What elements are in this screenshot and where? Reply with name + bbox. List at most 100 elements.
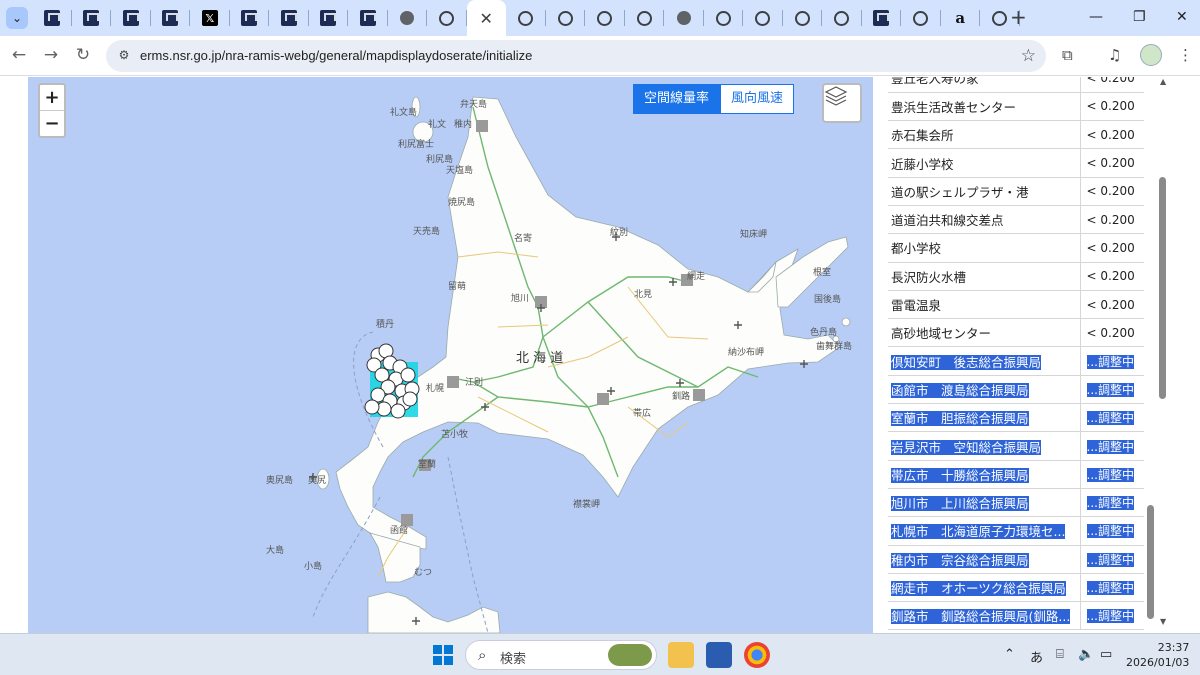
- browser-tab[interactable]: [625, 0, 665, 36]
- battery-icon[interactable]: ▭: [1100, 647, 1112, 662]
- browser-tab[interactable]: [72, 0, 112, 36]
- station-name-text: 高砂地域センター: [891, 326, 992, 342]
- station-row[interactable]: 札幌市 北海道原子力環境セ... ...調整中: [888, 516, 1144, 546]
- map-canvas[interactable]: 礼文島 礼文 利尻富士 利尻島 天塩島 稚内 弁天島 天売島 焼尻島 名寄 紋別…: [28, 77, 873, 633]
- file-explorer-icon[interactable]: [668, 642, 694, 668]
- browser-tab[interactable]: [269, 0, 309, 36]
- back-button[interactable]: ←: [8, 45, 30, 65]
- reload-button[interactable]: ↻: [72, 45, 94, 65]
- browser-tab[interactable]: a: [941, 0, 981, 36]
- zoom-out-button[interactable]: −: [40, 111, 64, 137]
- browser-tab[interactable]: [783, 0, 823, 36]
- browser-tab[interactable]: [822, 0, 862, 36]
- browser-tab[interactable]: [111, 0, 151, 36]
- browser-tab[interactable]: [506, 0, 546, 36]
- station-list-panel: 豊丘老人寿の家 < 0.200 豊浜生活改善センター < 0.200 赤石集会所 < 0.…: [873, 77, 1146, 633]
- forward-button[interactable]: →: [40, 45, 62, 65]
- station-row[interactable]: 道の駅シェルプラザ・港 < 0.200: [888, 177, 1144, 206]
- station-row[interactable]: 道道泊共和線交差点 < 0.200: [888, 205, 1144, 235]
- chrome-icon[interactable]: [744, 642, 770, 668]
- browser-tab[interactable]: 𝕏: [190, 0, 230, 36]
- station-row[interactable]: 豊浜生活改善センター < 0.200: [888, 92, 1144, 122]
- station-row[interactable]: 赤石集会所 < 0.200: [888, 120, 1144, 150]
- label-kunashiri: 国後島: [814, 293, 841, 305]
- station-row[interactable]: 高砂地域センター < 0.200: [888, 318, 1144, 348]
- zoom-in-button[interactable]: +: [40, 85, 64, 111]
- browser-tab[interactable]: [32, 0, 72, 36]
- browser-tab[interactable]: [743, 0, 783, 36]
- browser-tab[interactable]: [151, 0, 191, 36]
- nra-icon: [122, 10, 139, 26]
- browser-tab[interactable]: [427, 0, 467, 36]
- ime-indicator[interactable]: あ: [1030, 647, 1043, 666]
- system-clock[interactable]: 23:37 2026/01/03: [1126, 640, 1189, 670]
- dose-rate-button[interactable]: 空間線量率: [633, 84, 721, 114]
- search-highlight-image: [608, 644, 652, 666]
- page-content: 礼文島 礼文 利尻富士 利尻島 天塩島 稚内 弁天島 天売島 焼尻島 名寄 紋別…: [0, 77, 1200, 633]
- profile-avatar[interactable]: [1140, 44, 1162, 66]
- station-dose-value: ...調整中: [1080, 573, 1144, 603]
- panel-scrollbar-thumb[interactable]: [1147, 505, 1154, 619]
- station-row[interactable]: 室蘭市 胆振総合振興局 ...調整中: [888, 403, 1144, 433]
- network-icon[interactable]: ⌸: [1056, 647, 1064, 662]
- browser-tab[interactable]: [704, 0, 744, 36]
- browser-tab[interactable]: ✕: [466, 0, 506, 36]
- new-tab-button[interactable]: +: [1010, 7, 1027, 27]
- station-row[interactable]: 豊丘老人寿の家 < 0.200: [888, 77, 1144, 93]
- station-row[interactable]: 旭川市 上川総合振興局 ...調整中: [888, 488, 1144, 518]
- extensions-icon[interactable]: ⧉: [1062, 46, 1073, 64]
- nra-icon: [280, 10, 297, 26]
- menu-icon[interactable]: ⋮: [1178, 46, 1193, 64]
- station-dose-value: < 0.200: [1080, 205, 1144, 235]
- browser-tab[interactable]: [664, 0, 704, 36]
- station-row[interactable]: 稚内市 宗谷総合振興局 ...調整中: [888, 545, 1144, 574]
- station-row[interactable]: 函館市 渡島総合振興局 ...調整中: [888, 375, 1144, 405]
- browser-tab[interactable]: [309, 0, 349, 36]
- label-rebun: 礼文島: [390, 106, 417, 118]
- browser-tab[interactable]: [230, 0, 270, 36]
- station-row[interactable]: 帯広市 十勝総合振興局 ...調整中: [888, 460, 1144, 489]
- browser-tab[interactable]: [546, 0, 586, 36]
- close-window-button[interactable]: ✕: [1176, 9, 1188, 25]
- station-name: 倶知安町 後志総合振興局: [888, 346, 1081, 376]
- media-control-icon[interactable]: ♫: [1108, 46, 1121, 64]
- browser-tab[interactable]: [388, 0, 428, 36]
- tab-search-button[interactable]: ⌄: [6, 7, 28, 29]
- station-dose-text: < 0.200: [1086, 297, 1135, 312]
- restore-button[interactable]: ❐: [1133, 9, 1146, 25]
- layers-button[interactable]: [822, 83, 862, 123]
- browser-tab[interactable]: [348, 0, 388, 36]
- station-row[interactable]: 雷電温泉 < 0.200: [888, 290, 1144, 320]
- taskbar-search[interactable]: ⌕ 検索: [465, 640, 657, 670]
- station-name: 雷電温泉: [888, 290, 1081, 320]
- station-row[interactable]: 釧路市 釧路総合振興局(釧路... ...調整中: [888, 601, 1144, 631]
- station-row[interactable]: 倶知安町 後志総合振興局 ...調整中: [888, 346, 1144, 376]
- station-row[interactable]: 都小学校 < 0.200: [888, 233, 1144, 263]
- site-info-icon[interactable]: ⚙: [116, 48, 132, 64]
- browser-tab[interactable]: [901, 0, 941, 36]
- browser-tab[interactable]: [585, 0, 625, 36]
- start-button[interactable]: [433, 645, 453, 665]
- station-row[interactable]: 網走市 オホーツク総合振興局 ...調整中: [888, 573, 1144, 603]
- station-row[interactable]: 近藤小学校 < 0.200: [888, 148, 1144, 178]
- wind-button[interactable]: 風向風速: [720, 84, 795, 114]
- notepad-icon[interactable]: [706, 642, 732, 668]
- station-name-text: 近藤小学校: [891, 156, 954, 172]
- page-scroll-down-icon[interactable]: ▼: [1160, 617, 1166, 626]
- page-scroll-up-icon[interactable]: ▲: [1160, 77, 1166, 86]
- station-row[interactable]: 岩見沢市 空知総合振興局 ...調整中: [888, 431, 1144, 461]
- bookmark-star-icon[interactable]: ☆: [1021, 46, 1036, 66]
- circle-icon: [557, 10, 573, 26]
- browser-tab[interactable]: [862, 0, 902, 36]
- address-bar[interactable]: ⚙ erms.nsr.go.jp/nra-ramis-webg/general/…: [106, 40, 1046, 72]
- circle-icon: [597, 10, 613, 26]
- volume-icon[interactable]: 🔈: [1078, 647, 1094, 662]
- url-text[interactable]: erms.nsr.go.jp/nra-ramis-webg/general/ma…: [140, 48, 532, 63]
- nra-icon: [162, 10, 179, 26]
- tray-chevron-icon[interactable]: ⌃: [1004, 647, 1015, 662]
- minimize-button[interactable]: —: [1089, 9, 1103, 25]
- station-dose-text: ...調整中: [1086, 609, 1134, 624]
- page-scrollbar-thumb[interactable]: [1159, 177, 1166, 399]
- map-view[interactable]: 礼文島 礼文 利尻富士 利尻島 天塩島 稚内 弁天島 天売島 焼尻島 名寄 紋別…: [28, 77, 873, 633]
- station-row[interactable]: 長沢防火水槽 < 0.200: [888, 262, 1144, 291]
